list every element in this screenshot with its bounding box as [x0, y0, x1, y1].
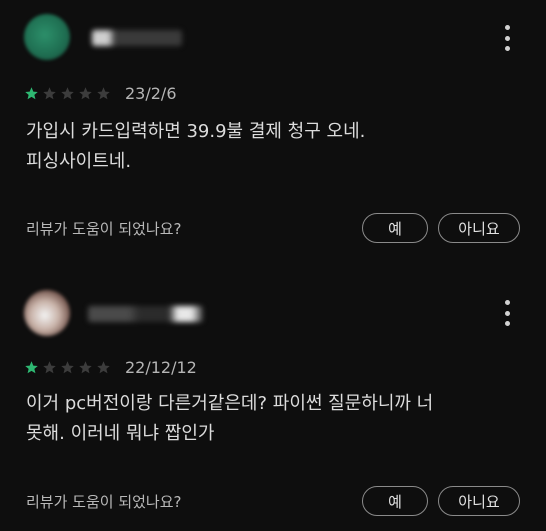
star-icon	[79, 361, 92, 374]
reviewer-name-blurred	[88, 306, 203, 322]
star-icon	[25, 361, 38, 374]
helpful-no-button[interactable]: 아니요	[438, 486, 520, 516]
more-options-icon[interactable]	[502, 25, 512, 51]
helpful-no-button[interactable]: 아니요	[438, 213, 520, 243]
helpful-yes-button[interactable]: 예	[362, 486, 428, 516]
more-options-icon[interactable]	[502, 300, 512, 326]
reviewer-avatar	[24, 14, 70, 60]
star-icon	[97, 87, 110, 100]
helpful-question: 리뷰가 도움이 되었나요?	[26, 219, 182, 238]
rating-row: 23/2/6	[24, 84, 177, 103]
review-date: 23/2/6	[125, 84, 177, 103]
reviewer-name-blurred	[92, 30, 182, 46]
star-icon	[61, 361, 74, 374]
helpful-prompt: 리뷰가 도움이 되었나요? 예 아니요	[26, 486, 520, 516]
helpful-prompt: 리뷰가 도움이 되었나요? 예 아니요	[26, 213, 520, 243]
star-icon	[61, 87, 74, 100]
review-text: 가입시 카드입력하면 39.9불 결제 청구 오네. 피싱사이트네.	[26, 121, 366, 172]
star-icon	[43, 361, 56, 374]
star-icon	[25, 87, 38, 100]
helpful-yes-button[interactable]: 예	[362, 213, 428, 243]
star-rating	[24, 86, 111, 101]
star-icon	[79, 87, 92, 100]
helpful-question: 리뷰가 도움이 되었나요?	[26, 492, 182, 511]
star-icon	[97, 361, 110, 374]
review-text: 이거 pc버전이랑 다른거같은데? 파이썬 질문하니까 너 못해. 이러네 뭐냐…	[26, 393, 434, 444]
reviewer-avatar	[24, 290, 70, 336]
star-icon	[43, 87, 56, 100]
star-rating	[24, 360, 111, 375]
rating-row: 22/12/12	[24, 358, 197, 377]
review-date: 22/12/12	[125, 358, 197, 377]
